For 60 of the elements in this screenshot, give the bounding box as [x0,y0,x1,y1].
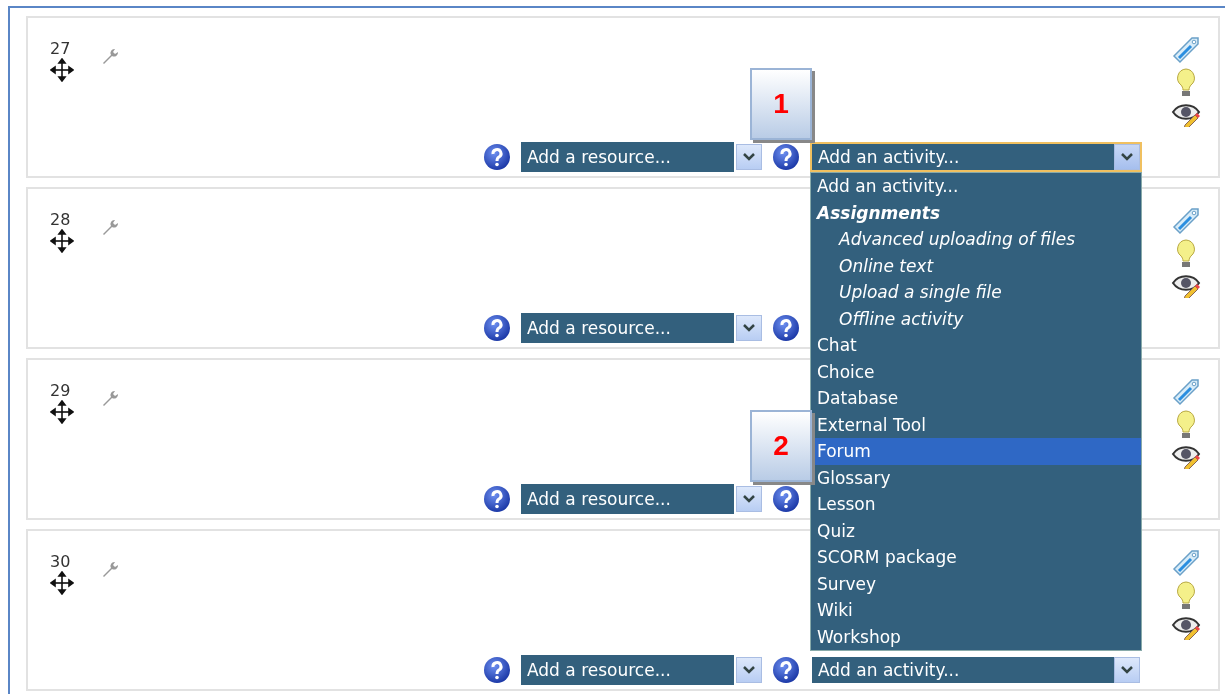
dropdown-option[interactable]: Upload a single file [811,279,1141,306]
dropdown-option[interactable]: Database [811,385,1141,412]
help-icon [483,143,511,171]
dropdown-arrow-button[interactable] [736,486,762,512]
eye-pencil-icon [1171,272,1201,298]
move-arrows-icon [50,229,74,253]
caret-icon [742,665,756,675]
dropdown-option[interactable]: SCORM package [811,544,1141,571]
dropdown-arrow-button[interactable] [1114,657,1140,683]
callout-badge: 1 [750,68,812,140]
tag-icon [1170,206,1202,236]
dropdown-option[interactable]: Add an activity... [811,173,1141,200]
move-arrows-icon [50,571,74,595]
tag-icon [1170,35,1202,65]
dropdown-option[interactable]: Quiz [811,517,1141,544]
dropdown-arrow-button[interactable] [1114,144,1140,170]
dropdown-option[interactable]: Workshop [811,623,1141,650]
help-icon [772,656,800,684]
dropdown-option[interactable]: Survey [811,570,1141,597]
activity-select[interactable]: Add an activity... [810,142,1142,172]
section-number: 27 [50,40,71,58]
help-icon [772,485,800,513]
section-number: 28 [50,211,71,229]
caret-icon [742,494,756,504]
caret-icon [1120,665,1134,675]
dropdown-option[interactable]: Choice [811,358,1141,385]
help-icon [772,143,800,171]
dropdown-option[interactable]: Glossary [811,464,1141,491]
help-icon [483,656,511,684]
caret-icon [742,152,756,162]
light-bulb-icon [1174,409,1198,441]
light-bulb-icon [1174,67,1198,99]
dropdown-arrow-button[interactable] [736,315,762,341]
dropdown-option[interactable]: External Tool [811,411,1141,438]
dropdown-option[interactable]: Online text [811,252,1141,279]
dropdown-option[interactable]: Advanced uploading of files [811,226,1141,253]
light-bulb-icon [1174,580,1198,612]
light-bulb-icon [1174,238,1198,270]
move-arrows-icon [50,58,74,82]
help-icon [483,314,511,342]
dropdown-arrow-button[interactable] [736,144,762,170]
help-icon [483,485,511,513]
caret-icon [742,323,756,333]
callout-badge: 2 [750,410,812,482]
tag-icon [1170,377,1202,407]
dropdown-option[interactable]: Offline activity [811,305,1141,332]
dropdown-arrow-button[interactable] [736,657,762,683]
caret-icon [1120,152,1134,162]
tag-icon [1170,548,1202,578]
section-number: 29 [50,382,71,400]
eye-pencil-icon [1171,443,1201,469]
move-arrows-icon [50,400,74,424]
eye-pencil-icon [1171,614,1201,640]
dropdown-option[interactable]: Wiki [811,597,1141,624]
option-group-label: Assignments [815,201,942,225]
help-icon [772,314,800,342]
eye-pencil-icon [1171,101,1201,127]
dropdown-option[interactable]: Lesson [811,491,1141,518]
dropdown-option[interactable]: Chat [811,332,1141,359]
section-number: 30 [50,553,71,571]
